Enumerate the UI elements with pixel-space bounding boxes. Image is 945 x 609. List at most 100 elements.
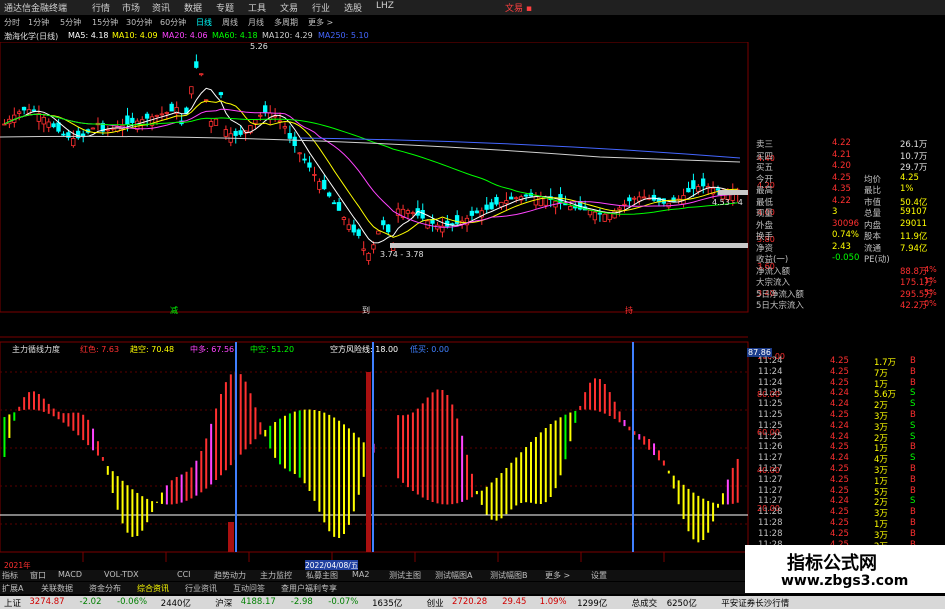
bottom-tab-2[interactable]: 扩展A bbox=[2, 583, 23, 594]
tf-multi[interactable]: 多周期 bbox=[274, 17, 298, 28]
quote-value: 4.35 bbox=[832, 184, 851, 194]
bottom-tab-2[interactable]: 行业资讯 bbox=[185, 583, 217, 594]
tick-price: 4.24 bbox=[830, 496, 849, 507]
candle-body bbox=[376, 230, 381, 235]
menu-news[interactable]: 资讯 bbox=[152, 1, 170, 14]
menu-topic[interactable]: 专题 bbox=[216, 1, 234, 14]
candle-body bbox=[612, 210, 617, 219]
menu-data[interactable]: 数据 bbox=[184, 1, 202, 14]
tf-fenshi[interactable]: 分时 bbox=[4, 17, 20, 28]
bottom-tab-2[interactable]: 综合资讯 bbox=[137, 583, 169, 594]
quote-label-2: 最比 bbox=[864, 186, 882, 196]
candle-body bbox=[90, 127, 96, 130]
tick-row: 11:25 4.24 5.6万 S bbox=[752, 388, 932, 400]
tick-price: 4.25 bbox=[830, 442, 849, 453]
candle-body bbox=[592, 211, 598, 221]
candle-body bbox=[208, 121, 214, 127]
candle-body bbox=[218, 92, 224, 96]
tick-time: 11:25 bbox=[758, 431, 783, 442]
candle-body bbox=[371, 244, 376, 250]
candle-body bbox=[287, 133, 292, 139]
tf-60m[interactable]: 60分钟 bbox=[160, 17, 186, 28]
bottom-tab[interactable]: 测试幅图B bbox=[490, 570, 528, 581]
tick-price: 4.25 bbox=[830, 410, 849, 420]
candle-body bbox=[386, 224, 391, 233]
bottom-tab[interactable]: 私募主图 bbox=[306, 570, 338, 581]
candle-body bbox=[46, 121, 51, 128]
menu-select[interactable]: 选股 bbox=[344, 1, 362, 14]
quote-label: 买四 bbox=[756, 151, 774, 162]
indicator-red: 红色: 7.63 bbox=[80, 345, 120, 354]
watermark: 指标公式网 www.zbgs3.com bbox=[745, 545, 945, 593]
titlebar-right[interactable]: 文易 ▪ bbox=[505, 1, 532, 14]
bottom-tab-2[interactable]: 关联数据 bbox=[41, 583, 73, 594]
bottom-tab[interactable]: 主力监控 bbox=[260, 570, 292, 581]
tf-day[interactable]: 日线 bbox=[196, 17, 212, 28]
quote-value: -0.050 bbox=[832, 253, 860, 263]
candle-body bbox=[199, 73, 204, 76]
quote-value-2: 4.25 bbox=[900, 172, 919, 183]
bottom-tab[interactable]: 测试主图 bbox=[389, 570, 421, 581]
bottom-tab[interactable]: 指标 bbox=[2, 570, 18, 581]
candle-body bbox=[154, 114, 160, 117]
bottom-tab[interactable]: 设置 bbox=[591, 570, 607, 581]
bottom-tab[interactable]: 更多 > bbox=[545, 570, 570, 581]
quote-row: 买四 4.21 10.7万 bbox=[752, 150, 940, 162]
bottom-tab[interactable]: 测试幅图A bbox=[435, 570, 472, 581]
tick-side: B bbox=[910, 377, 916, 388]
quote-value-2: 50.4亿 bbox=[900, 197, 928, 208]
tick-price: 4.25 bbox=[830, 507, 849, 518]
candle-body bbox=[331, 202, 337, 205]
quote-value: 4.22 bbox=[832, 195, 851, 206]
bottom-tab[interactable]: 趋势动力 bbox=[214, 570, 246, 581]
bottom-tab-2[interactable]: 资金分布 bbox=[89, 583, 121, 594]
menu-market[interactable]: 市场 bbox=[122, 1, 140, 14]
ma60-label: MA60: 4.18 bbox=[212, 31, 258, 40]
kline-chart[interactable]: 5.26 3.74 - 3.78 4.53 - 4 减 到 持 bbox=[0, 42, 752, 570]
candle-body bbox=[474, 210, 479, 214]
menu-industry[interactable]: 行业 bbox=[312, 1, 330, 14]
candle-body bbox=[715, 188, 721, 191]
status-item: 创业 bbox=[426, 599, 444, 609]
quote-value: 4.25 bbox=[832, 172, 851, 183]
bottom-tab[interactable]: MACD bbox=[58, 570, 82, 579]
tick-side: B bbox=[910, 410, 916, 420]
tick-row: 11:28 4.25 3万 B bbox=[752, 507, 932, 519]
candle-body bbox=[700, 178, 706, 187]
tf-30m[interactable]: 30分钟 bbox=[126, 17, 152, 28]
quote-label: 5日净流入额 bbox=[756, 289, 804, 300]
menu-wenyi[interactable]: 文易 bbox=[280, 1, 298, 14]
menu-tools[interactable]: 工具 bbox=[248, 1, 266, 14]
tf-week[interactable]: 周线 bbox=[222, 17, 238, 28]
tf-1m[interactable]: 1分钟 bbox=[28, 17, 49, 28]
candle-body bbox=[469, 210, 475, 216]
bottom-tab[interactable]: 窗口 bbox=[30, 570, 46, 581]
quote-row: 净资 2.43 流通 7.94亿 bbox=[752, 242, 940, 254]
candle-body bbox=[130, 117, 135, 123]
status-item: -0.07% bbox=[328, 597, 359, 607]
candle-body bbox=[51, 123, 56, 128]
candle-body bbox=[494, 197, 499, 205]
tf-month[interactable]: 月线 bbox=[248, 17, 264, 28]
menu-lhz[interactable]: LHZ bbox=[376, 1, 394, 11]
candle-body bbox=[292, 136, 297, 146]
tick-side: S bbox=[910, 399, 916, 410]
tf-15m[interactable]: 15分钟 bbox=[92, 17, 118, 28]
menu-hq[interactable]: 行情 bbox=[92, 1, 110, 14]
status-item: 平安证券长沙行情 bbox=[721, 599, 790, 609]
quote-label: 换手 bbox=[756, 232, 774, 242]
candle-body bbox=[189, 86, 194, 95]
bottom-tab-2[interactable]: 查用户福利专享 bbox=[281, 583, 337, 594]
bottom-tab[interactable]: CCI bbox=[177, 570, 191, 579]
bottom-tab-2[interactable]: 互动问答 bbox=[233, 583, 265, 594]
high-label: 5.26 bbox=[250, 42, 268, 51]
status-item: -2.02 bbox=[79, 597, 102, 607]
tf-5m[interactable]: 5分钟 bbox=[60, 17, 81, 28]
tf-more[interactable]: 更多 > bbox=[308, 17, 333, 28]
date-row: 2021年 2022/04/08/五 bbox=[0, 560, 752, 571]
stock-name: 渤海化学(日线) bbox=[4, 32, 59, 41]
bottom-tab[interactable]: MA2 bbox=[352, 570, 369, 579]
candle-body bbox=[194, 61, 199, 68]
marker-reduce: 减 bbox=[170, 305, 178, 315]
bottom-tab[interactable]: VOL-TDX bbox=[104, 570, 139, 579]
